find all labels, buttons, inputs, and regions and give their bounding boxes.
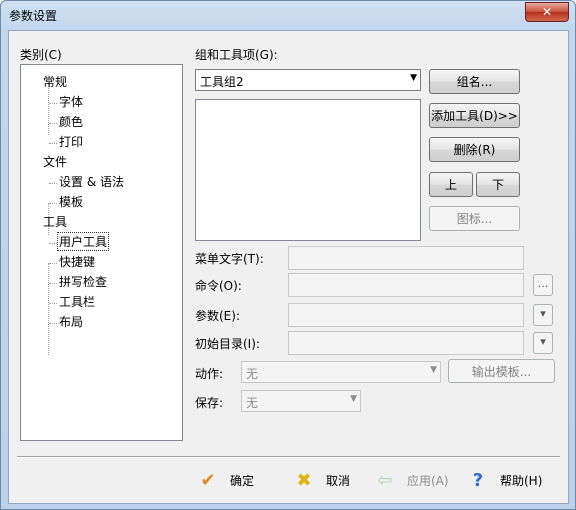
tree-line — [49, 123, 57, 124]
category-item[interactable]: 设置 & 语法 — [59, 173, 124, 190]
action-label: 动作: — [195, 367, 224, 381]
tree-line — [49, 283, 57, 284]
dialog-client-area: 类别(C) 常规 字体 颜色 打印 文件 设置 & 语法 模板 工具 用户工具 快捷键 拼写检查 工具… — [8, 30, 569, 504]
move-down-button[interactable]: 下 — [476, 172, 520, 197]
tool-group-select[interactable]: 工具组2 ▼ — [195, 69, 421, 91]
checkmark-icon: ✔ — [200, 469, 216, 491]
tree-line — [49, 303, 57, 304]
tree-line — [49, 243, 57, 244]
apply-button[interactable]: ⇦ 应用(A) — [373, 466, 449, 494]
cancel-button[interactable]: ✖ 取消 — [292, 466, 350, 494]
ok-button[interactable]: ✔ 确定 — [196, 466, 254, 494]
help-label: 帮助(H) — [500, 473, 543, 488]
command-label: 命令(O): — [195, 279, 242, 293]
settings-dialog: 参数设置 ✕ 类别(C) 常规字体颜色打印文件设置 & 语法 模板工具用户工具快捷… — [0, 0, 576, 510]
add-tool-button[interactable]: 添加工具(D)>> — [429, 103, 520, 128]
help-button[interactable]: ? 帮助(H) — [466, 466, 543, 494]
group-name-button[interactable]: 组名... — [429, 69, 520, 94]
tree-line — [48, 263, 49, 355]
chevron-down-icon: ▾ — [540, 307, 546, 320]
move-up-button[interactable]: 上 — [429, 172, 473, 197]
title-bar[interactable]: 参数设置 ✕ — [1, 1, 575, 29]
chevron-down-icon: ▼ — [350, 394, 357, 404]
category-item[interactable]: 快捷键 — [59, 253, 95, 270]
tree-line — [49, 143, 57, 144]
category-tree[interactable]: 常规字体颜色打印文件设置 & 语法 模板工具用户工具快捷键拼写检查工具栏布局 — [20, 64, 183, 441]
chevron-down-icon: ▾ — [540, 335, 546, 348]
params-menu-button[interactable]: ▾ — [533, 304, 553, 326]
category-label: 类别(C) — [20, 48, 62, 62]
category-item[interactable]: 字体 — [59, 93, 83, 110]
save-select[interactable]: 无 ▼ — [241, 390, 361, 412]
category-item[interactable]: 拼写检查 — [59, 273, 107, 290]
window-title: 参数设置 — [9, 9, 58, 23]
delete-button[interactable]: 删除(R) — [429, 137, 520, 162]
tree-line — [49, 263, 57, 264]
action-select[interactable]: 无 ▼ — [241, 361, 441, 383]
tree-line — [49, 103, 57, 104]
ok-label: 确定 — [230, 473, 255, 488]
category-item[interactable]: 颜色 — [59, 113, 83, 130]
category-item[interactable]: 布局 — [59, 313, 83, 330]
tree-line — [49, 183, 57, 184]
tool-list[interactable] — [195, 99, 421, 241]
command-browse-button[interactable]: ... — [533, 274, 553, 296]
tree-line — [48, 83, 49, 135]
params-input[interactable] — [288, 303, 524, 327]
apply-label: 应用(A) — [407, 473, 449, 488]
tool-group-value: 工具组2 — [200, 75, 244, 89]
output-template-button[interactable]: 输出模板... — [448, 359, 555, 383]
close-icon: ✕ — [541, 5, 553, 19]
close-button[interactable]: ✕ — [525, 2, 569, 22]
icon-button[interactable]: 图标... — [429, 206, 520, 231]
category-item[interactable]: 模板 — [59, 193, 83, 210]
category-item[interactable]: 工具 — [43, 213, 67, 230]
category-item[interactable]: 工具栏 — [59, 293, 95, 310]
chevron-down-icon: ▼ — [430, 365, 437, 375]
category-item[interactable]: 文件 — [43, 153, 67, 170]
tree-line — [49, 323, 57, 324]
params-label: 参数(E): — [195, 309, 240, 323]
menu-text-input[interactable] — [288, 246, 524, 270]
init-dir-label: 初始目录(I): — [195, 337, 260, 351]
group-label: 组和工具项(G): — [195, 48, 278, 62]
category-item[interactable]: 打印 — [59, 133, 83, 150]
cancel-label: 取消 — [326, 473, 351, 488]
cross-icon: ✖ — [296, 469, 312, 491]
init-dir-menu-button[interactable]: ▾ — [533, 332, 553, 354]
question-mark-icon: ? — [472, 469, 484, 491]
category-item[interactable]: 用户工具 — [57, 232, 110, 251]
footer-divider — [17, 456, 560, 458]
command-input[interactable] — [288, 273, 524, 297]
menu-text-label: 菜单文字(T): — [195, 252, 264, 266]
tree-line — [49, 203, 57, 204]
action-value: 无 — [246, 367, 259, 381]
chevron-down-icon: ▼ — [410, 73, 417, 83]
category-item[interactable]: 常规 — [43, 73, 67, 90]
init-dir-input[interactable] — [288, 331, 524, 355]
arrow-left-icon: ⇦ — [377, 469, 393, 491]
save-label: 保存: — [195, 396, 224, 410]
save-value: 无 — [246, 396, 259, 410]
